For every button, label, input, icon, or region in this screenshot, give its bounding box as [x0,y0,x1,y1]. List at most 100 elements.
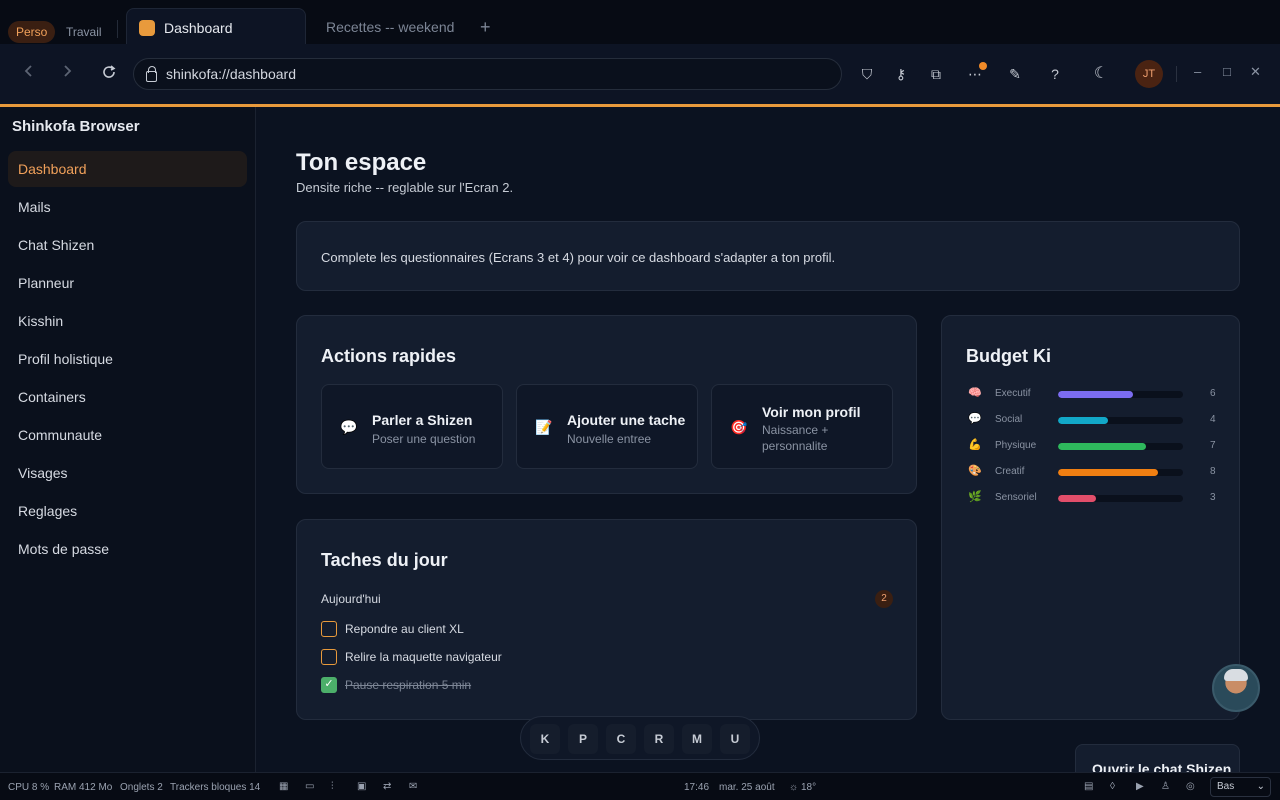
target-icon: 🎯 [730,419,748,435]
swap-icon[interactable]: ⇄ [383,781,391,792]
address-text[interactable]: shinkofa://dashboard [166,66,296,82]
budget-value: 8 [1210,466,1216,477]
palette-icon: 🎨 [968,465,982,477]
back-icon[interactable] [22,64,36,78]
puzzle-icon[interactable]: ⧉ [926,64,946,84]
position-select-value: Bas [1217,781,1235,792]
sidebar-item-dashboard[interactable]: Dashboard [8,151,247,187]
sidebar-item-reglages[interactable]: Reglages [8,493,247,529]
cpu-stat: CPU 8 % [8,782,50,793]
tabs-stat: Onglets 2 [120,782,163,793]
dock-button-p[interactable]: P [568,724,598,754]
sidebar-title: Shinkofa Browser [12,118,140,135]
task-text: Pause respiration 5 min [345,678,472,692]
budget-bar-track [1058,417,1183,424]
task-text: Relire la maquette navigateur [345,650,502,664]
reader-icon[interactable]: ▤ [1084,781,1093,792]
play-icon[interactable]: ▶ [1136,781,1144,792]
sidebar-item-visages[interactable]: Visages [8,455,247,491]
grid-icon[interactable]: ▦ [279,781,288,792]
calendar-icon[interactable]: ▣ [357,781,366,792]
sidebar-item-mots-de-passe[interactable]: Mots de passe [8,531,247,567]
brain-icon: 🧠 [968,387,982,399]
sliders-icon[interactable]: ⫶ [331,781,334,792]
sidebar-item-containers[interactable]: Containers [8,379,247,415]
task-checkbox[interactable] [321,621,337,637]
tab-title: Dashboard [164,19,233,36]
quick-actions-card: Actions rapides 💬 Parler a Shizen Poser … [296,315,917,494]
dock-button-k[interactable]: K [530,724,560,754]
moon-icon[interactable]: ☾ [1091,64,1111,84]
task-item: ✓ Pause respiration 5 min [321,677,471,693]
drop-icon[interactable]: ◊ [1110,781,1115,792]
tasks-count-badge: 2 [875,590,893,608]
shield-icon[interactable]: ⛉ [857,64,877,84]
chat-icon[interactable]: ▭ [305,781,314,792]
speech-icon: 💬 [968,413,982,425]
pen-icon[interactable]: ✎ [1005,64,1025,84]
budget-bar-fill [1058,495,1096,502]
action-sub: Poser une question [372,432,476,446]
position-select[interactable]: Bas ⌄ [1210,777,1271,797]
open-chat-button[interactable]: Ouvrir le chat Shizen [1075,744,1240,772]
tab-bar: Perso Travail Dashboard Recettes -- week… [0,0,1280,46]
window-controls-divider [1176,66,1177,82]
dock-button-c[interactable]: C [606,724,636,754]
sidebar-item-communaute[interactable]: Communaute [8,417,247,453]
reload-icon[interactable] [101,64,117,80]
action-label: Parler a Shizen [372,412,473,428]
budget-bar-track [1058,391,1183,398]
profile-travail[interactable]: Travail [58,21,110,43]
action-voir-profil[interactable]: 🎯 Voir mon profil Naissance + personnali… [711,384,893,469]
address-bar[interactable]: shinkofa://dashboard [133,58,842,90]
shizen-avatar[interactable] [1212,664,1260,712]
budget-label: Sensoriel [995,492,1037,503]
sidebar-item-chat-shizen[interactable]: Chat Shizen [8,227,247,263]
key-icon[interactable]: ⚷ [891,64,911,84]
budget-bar-fill [1058,443,1146,450]
user-icon[interactable]: ♙ [1161,781,1170,792]
maximize-icon[interactable]: □ [1223,64,1231,79]
task-checkbox-checked[interactable]: ✓ [321,677,337,693]
sidebar-item-kisshin[interactable]: Kisshin [8,303,247,339]
dock-button-u[interactable]: U [720,724,750,754]
dock-button-m[interactable]: M [682,724,712,754]
minimize-icon[interactable]: – [1194,64,1201,79]
tasks-day-label: Aujourd'hui [321,592,381,606]
tab-dashboard[interactable]: Dashboard [126,8,306,46]
date: mar. 25 août [719,782,775,793]
budget-value: 7 [1210,440,1216,451]
budget-title: Budget Ki [966,346,1051,366]
action-parler-shizen[interactable]: 💬 Parler a Shizen Poser une question [321,384,503,469]
new-tab-plus-icon[interactable]: + [480,17,491,38]
profile-perso[interactable]: Perso [8,21,56,43]
sidebar-item-planneur[interactable]: Planneur [8,265,247,301]
page-title: Ton espace [296,149,427,176]
budget-label: Executif [995,388,1031,399]
speech-bubble-icon: 💬 [340,419,358,435]
dock-button-r[interactable]: R [644,724,674,754]
task-checkbox[interactable] [321,649,337,665]
banner-text: Complete les questionnaires (Ecrans 3 et… [321,250,836,265]
action-ajouter-tache[interactable]: 📝 Ajouter une tache Nouvelle entree [516,384,698,469]
herb-icon: 🌿 [968,491,982,503]
budget-bar-track [1058,495,1183,502]
tab-recettes[interactable]: Recettes -- weekend [326,19,454,35]
help-icon[interactable]: ? [1045,64,1065,84]
budget-value: 6 [1210,388,1216,399]
weather: ☼ 18° [789,782,817,793]
budget-label: Creatif [995,466,1025,477]
user-avatar[interactable]: JT [1135,60,1163,88]
close-icon[interactable]: ✕ [1250,64,1261,80]
muscle-icon: 💪 [968,439,982,451]
budget-ki-card: Budget Ki 🧠 Executif 6 💬 Social 4 💪 Phys… [941,315,1240,720]
quick-actions-title: Actions rapides [321,346,457,366]
mail-icon[interactable]: ✉ [409,781,417,792]
sidebar-item-mails[interactable]: Mails [8,189,247,225]
budget-bar-fill [1058,417,1108,424]
camera-icon[interactable]: ◎ [1186,781,1195,792]
sidebar-item-profil-holistique[interactable]: Profil holistique [8,341,247,377]
tasks-card: Taches du jour Aujourd'hui 2 Repondre au… [296,519,917,720]
toolbar: shinkofa://dashboard ⛉ ⚷ ⧉ ⋯ ✎ ? ☾ JT – … [0,44,1280,104]
forward-icon[interactable] [60,64,74,78]
